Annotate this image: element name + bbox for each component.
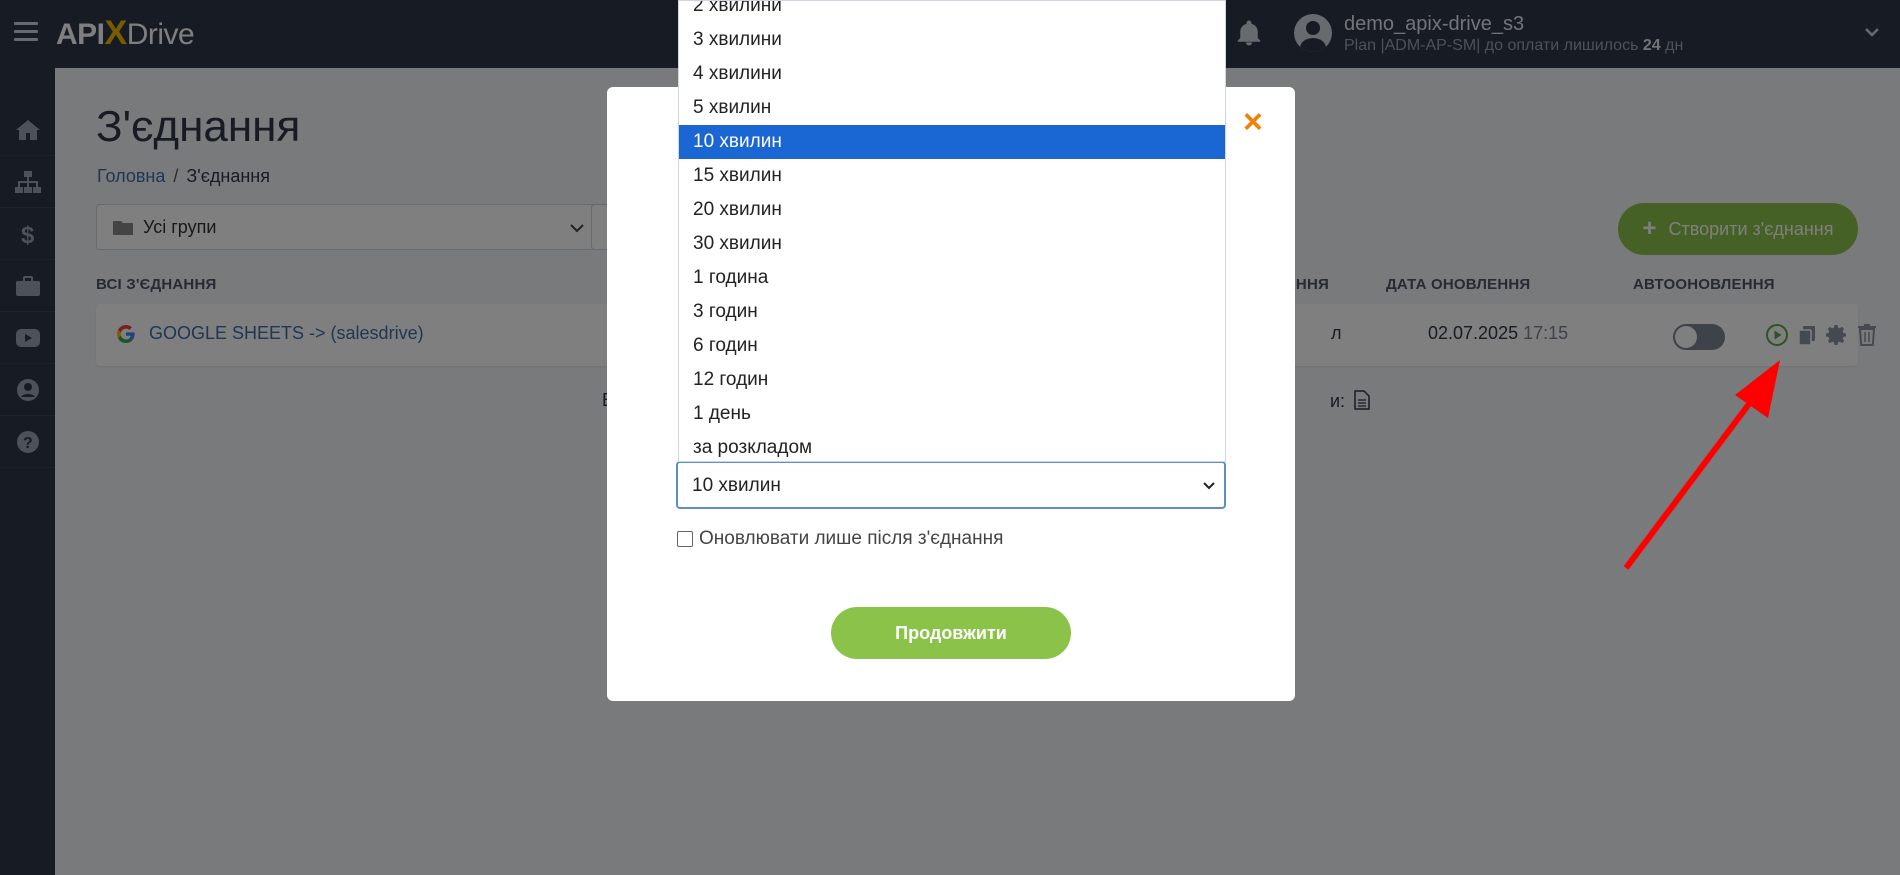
dropdown-option[interactable]: 20 хвилин — [679, 193, 1225, 227]
chevron-down-icon — [1203, 482, 1215, 490]
continue-button[interactable]: Продовжити — [831, 607, 1071, 659]
interval-select[interactable]: 10 хвилин — [676, 461, 1226, 509]
dropdown-option[interactable]: 2 хвилини — [679, 1, 1225, 23]
interval-select-value: 10 хвилин — [692, 475, 781, 496]
update-after-connection-option[interactable]: Оновлювати лише після з'єднання — [677, 528, 1003, 550]
update-after-connection-checkbox[interactable] — [677, 531, 693, 547]
dropdown-option[interactable]: 4 хвилини — [679, 57, 1225, 91]
dropdown-option[interactable]: 3 хвилини — [679, 23, 1225, 57]
dropdown-option[interactable]: 1 день — [679, 397, 1225, 431]
dropdown-option[interactable]: 10 хвилин — [679, 125, 1225, 159]
dropdown-option[interactable]: 15 хвилин — [679, 159, 1225, 193]
update-after-connection-label: Оновлювати лише після з'єднання — [699, 528, 1004, 549]
interval-dropdown-list: 2 хвилини 3 хвилини 4 хвилини 5 хвилин 10 хв… — [678, 0, 1226, 462]
dropdown-option[interactable]: 3 годин — [679, 295, 1225, 329]
dropdown-option[interactable]: 6 годин — [679, 329, 1225, 363]
dropdown-option[interactable]: за розкладом — [679, 431, 1225, 461]
dropdown-option[interactable]: 1 година — [679, 261, 1225, 295]
close-icon[interactable]: × — [1243, 105, 1263, 139]
dropdown-option[interactable]: 5 хвилин — [679, 91, 1225, 125]
dropdown-option[interactable]: 30 хвилин — [679, 227, 1225, 261]
dropdown-option[interactable]: 12 годин — [679, 363, 1225, 397]
annotation-arrow — [1623, 360, 1780, 570]
